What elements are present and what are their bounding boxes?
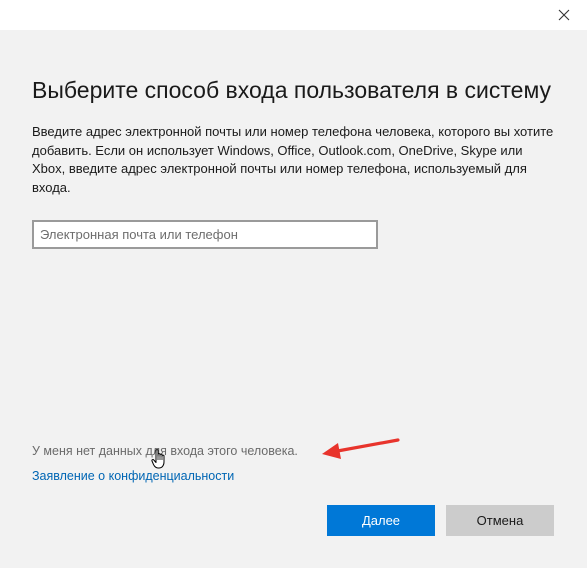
email-field[interactable] xyxy=(32,220,378,249)
dialog-window: Выберите способ входа пользователя в сис… xyxy=(0,0,587,568)
page-title: Выберите способ входа пользователя в сис… xyxy=(32,77,552,103)
next-button[interactable]: Далее xyxy=(327,505,435,536)
title-bar xyxy=(0,0,587,30)
page-description: Введите адрес электронной почты или номе… xyxy=(32,124,554,195)
close-icon xyxy=(558,9,570,21)
dialog-content: Выберите способ входа пользователя в сис… xyxy=(0,30,587,568)
close-button[interactable] xyxy=(541,0,587,30)
hand-pointer-icon xyxy=(151,449,165,469)
red-arrow-icon xyxy=(322,438,400,459)
cancel-button[interactable]: Отмена xyxy=(446,505,554,536)
privacy-statement-link[interactable]: Заявление о конфиденциальности xyxy=(32,469,234,483)
